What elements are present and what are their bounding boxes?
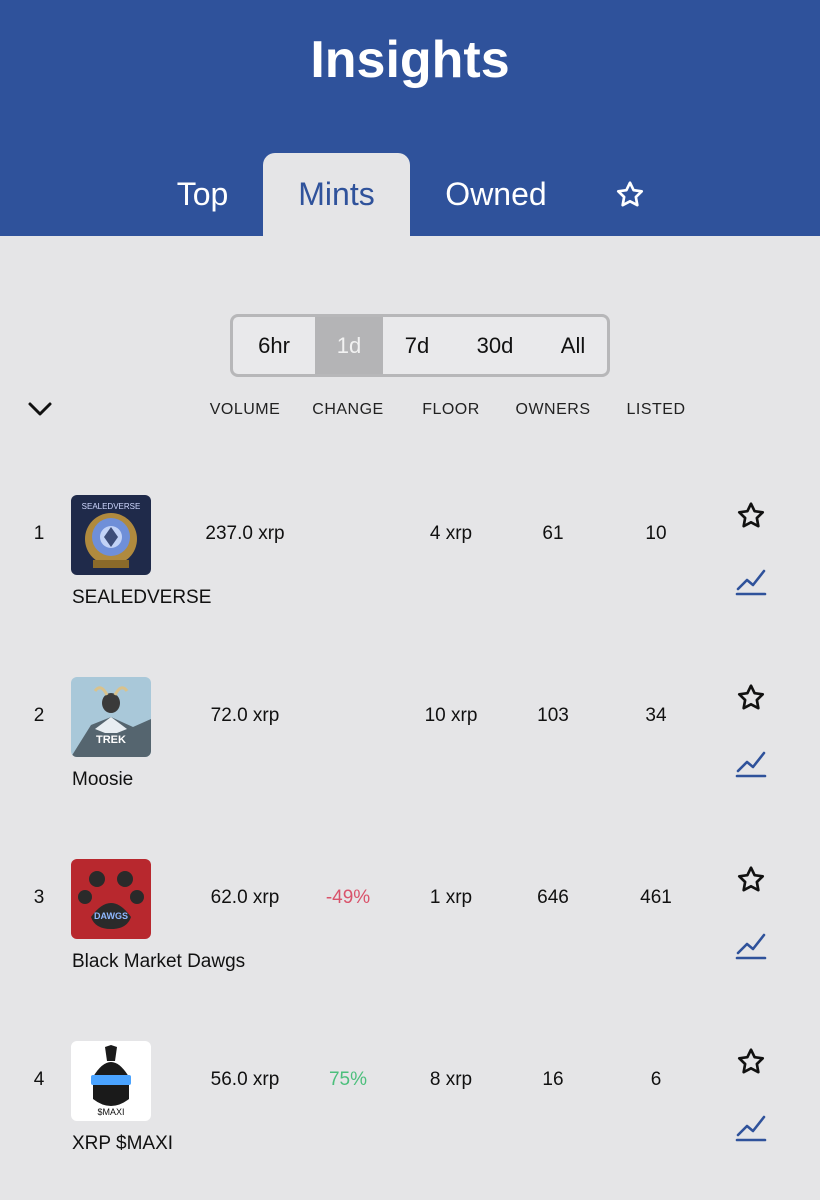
cell-listed: 6 bbox=[650, 1069, 662, 1090]
collection-thumbnail[interactable]: TREK bbox=[71, 677, 151, 757]
tab-owned[interactable]: Owned bbox=[425, 153, 567, 236]
star-icon bbox=[616, 180, 644, 206]
collection-thumbnail[interactable]: DAWGS bbox=[71, 859, 151, 939]
cell-change: 75% bbox=[328, 1069, 368, 1090]
star-icon[interactable] bbox=[734, 682, 768, 714]
range-1d[interactable]: 1d bbox=[315, 317, 383, 374]
star-icon[interactable] bbox=[734, 864, 768, 896]
star-icon[interactable] bbox=[734, 1046, 768, 1078]
cell-owners: 16 bbox=[542, 1069, 564, 1090]
header-bar: Insights Top Mints Owned bbox=[0, 0, 820, 236]
table-row[interactable]: 3 DAWGS Black Market Dawgs 62.0 xrp -49%… bbox=[0, 859, 820, 1029]
line-chart-icon[interactable] bbox=[734, 745, 768, 779]
cell-volume: 237.0 xrp bbox=[205, 523, 285, 544]
row-rank: 4 bbox=[33, 1069, 45, 1090]
column-header-volume[interactable]: VOLUME bbox=[190, 401, 300, 419]
row-rank: 2 bbox=[33, 705, 45, 726]
line-chart-icon[interactable] bbox=[734, 563, 768, 597]
cell-listed: 34 bbox=[645, 705, 667, 726]
column-header-floor[interactable]: FLOOR bbox=[396, 401, 506, 419]
collection-name[interactable]: SEALEDVERSE bbox=[72, 587, 211, 609]
thumbnail-label: $MAXI bbox=[97, 1107, 124, 1117]
tab-top[interactable]: Top bbox=[150, 153, 255, 236]
range-7d[interactable]: 7d bbox=[383, 317, 451, 374]
column-header-owners[interactable]: OWNERS bbox=[498, 401, 608, 419]
tab-favorites[interactable] bbox=[600, 153, 660, 236]
cell-floor: 1 xrp bbox=[429, 887, 473, 908]
collection-thumbnail[interactable]: SEALEDVERSE bbox=[71, 495, 151, 575]
line-chart-icon[interactable] bbox=[734, 1109, 768, 1143]
thumbnail-label: TREK bbox=[96, 734, 126, 746]
cell-floor: 8 xrp bbox=[429, 1069, 473, 1090]
thumbnail-label: SEALEDVERSE bbox=[82, 502, 141, 511]
table-row[interactable]: 2 TREK Moosie 72.0 xrp 10 xrp 103 34 bbox=[0, 677, 820, 847]
cell-volume: 72.0 xrp bbox=[210, 705, 280, 726]
cell-owners: 103 bbox=[537, 705, 569, 726]
chevron-down-icon[interactable] bbox=[27, 398, 53, 420]
table-row[interactable]: 4 $MAXI XRP $MAXI 56.0 xrp 75% 8 xrp 16 … bbox=[0, 1041, 820, 1200]
table-row[interactable]: 1 SEALEDVERSE SEALEDVERSE 237.0 xrp 4 xr… bbox=[0, 495, 820, 665]
range-30d[interactable]: 30d bbox=[451, 317, 539, 374]
tab-mints[interactable]: Mints bbox=[263, 153, 410, 236]
cell-volume: 56.0 xrp bbox=[210, 1069, 280, 1090]
line-chart-icon[interactable] bbox=[734, 927, 768, 961]
star-icon[interactable] bbox=[734, 500, 768, 532]
cell-owners: 646 bbox=[537, 887, 569, 908]
row-rank: 3 bbox=[33, 887, 45, 908]
column-header-change[interactable]: CHANGE bbox=[293, 401, 403, 419]
cell-listed: 10 bbox=[645, 523, 667, 544]
cell-listed: 461 bbox=[640, 887, 672, 908]
range-all[interactable]: All bbox=[539, 317, 607, 374]
cell-owners: 61 bbox=[542, 523, 564, 544]
cell-volume: 62.0 xrp bbox=[210, 887, 280, 908]
time-range-selector: 6hr 1d 7d 30d All bbox=[230, 314, 610, 377]
cell-floor: 4 xrp bbox=[429, 523, 473, 544]
page-title: Insights bbox=[310, 31, 510, 89]
collection-name[interactable]: Moosie bbox=[72, 769, 133, 791]
cell-change: -49% bbox=[325, 887, 371, 908]
collection-name[interactable]: Black Market Dawgs bbox=[72, 951, 245, 973]
thumbnail-label: DAWGS bbox=[94, 911, 128, 921]
collection-name[interactable]: XRP $MAXI bbox=[72, 1133, 173, 1155]
range-6hr[interactable]: 6hr bbox=[233, 317, 315, 374]
collection-thumbnail[interactable]: $MAXI bbox=[71, 1041, 151, 1121]
row-rank: 1 bbox=[33, 523, 45, 544]
column-header-listed[interactable]: LISTED bbox=[601, 401, 711, 419]
cell-floor: 10 xrp bbox=[424, 705, 478, 726]
